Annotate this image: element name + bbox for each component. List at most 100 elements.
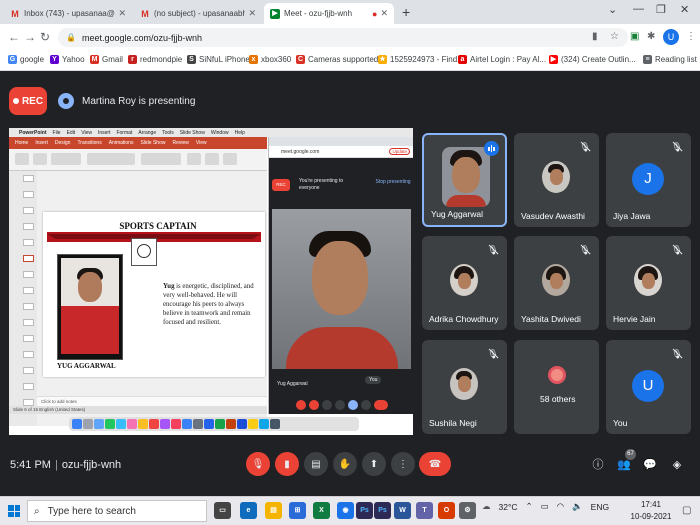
- leave-call-button[interactable]: ☎: [419, 452, 451, 476]
- more-icon: [361, 400, 371, 410]
- minimize-button[interactable]: —: [633, 3, 644, 15]
- office-icon[interactable]: O: [438, 502, 455, 519]
- google-icon: G: [8, 55, 17, 64]
- taskbar-clock[interactable]: 17:41 10-09-2021: [628, 499, 674, 523]
- recording-badge[interactable]: REC: [9, 87, 47, 115]
- activities-icon[interactable]: ◈: [670, 458, 684, 472]
- volume-icon[interactable]: 🔈: [572, 501, 583, 512]
- safari-icon: [94, 419, 104, 429]
- people-icon[interactable]: 👥: [617, 458, 631, 472]
- file-explorer-icon[interactable]: ▤: [265, 502, 282, 519]
- mic-toggle-button[interactable]: 🎙: [246, 452, 270, 476]
- camera-toggle-button[interactable]: ▮: [275, 452, 299, 476]
- bookmark-youtube[interactable]: ▶ (324) Create Outlin...: [549, 55, 636, 64]
- bookmark-xbox360[interactable]: x xbox360: [249, 55, 291, 64]
- hand-icon: ✋: [338, 458, 352, 470]
- taskbar-search-input[interactable]: ⌕ Type here to search: [27, 500, 207, 522]
- edge-icon[interactable]: e: [240, 502, 257, 519]
- teams-icon: [259, 419, 269, 429]
- system-tray: ☁ 32°C ⌃ ▭ ◠ 🔈 ENG: [482, 501, 609, 512]
- clock-time: 17:41: [640, 500, 662, 509]
- puzzle-icon[interactable]: ✱: [647, 31, 655, 42]
- slide: SPORTS CAPTAIN YUG AGGARWAL Yug is energ…: [43, 212, 265, 377]
- tab-gmail-inbox[interactable]: M Inbox (743) - upasanaa@theindi ✕: [4, 3, 132, 24]
- more-options-button[interactable]: ⋮: [391, 452, 415, 476]
- mic-off-icon: 🎙: [671, 349, 683, 359]
- photoshop-icon[interactable]: Ps: [356, 502, 373, 519]
- participant-tile-hervie[interactable]: 🎙 Hervie Jain: [606, 236, 691, 330]
- forward-icon[interactable]: →: [24, 30, 36, 44]
- raise-hand-button[interactable]: ✋: [333, 452, 357, 476]
- meeting-time-code: 5:41 PM | ozu-fjjb-wnh: [10, 459, 122, 471]
- word-icon[interactable]: W: [394, 502, 411, 519]
- participant-tile-you[interactable]: U 🎙 You: [606, 340, 691, 434]
- participant-tile-vasudev[interactable]: 🎙 Vasudev Awasthi: [514, 133, 599, 227]
- menu-item: Window: [210, 129, 229, 136]
- tab-search-icon[interactable]: ⌄: [608, 3, 617, 16]
- profile-avatar[interactable]: U: [663, 29, 679, 45]
- bookmark-gmail[interactable]: M Gmail: [90, 55, 123, 64]
- tab-gmail-draft[interactable]: M (no subject) - upasanaabhalla13@ ✕: [134, 3, 262, 24]
- school-crest-icon: [131, 238, 157, 266]
- toolbar-block: [15, 153, 29, 165]
- word-icon: [204, 419, 214, 429]
- slide-thumb: [23, 335, 34, 342]
- bookmark-label: Airtel Login : Pay Al...: [470, 55, 547, 64]
- close-tab-icon[interactable]: ✕: [380, 8, 388, 19]
- participant-tile-adrika[interactable]: 🎙 Adrika Chowdhury: [422, 236, 507, 330]
- url-text: meet.google.com/ozu-fjjb-wnh: [81, 32, 203, 43]
- chevron-up-icon[interactable]: ⌃: [526, 501, 533, 512]
- present-button[interactable]: ⬆: [362, 452, 386, 476]
- close-window-button[interactable]: ✕: [680, 3, 689, 16]
- store-icon[interactable]: ⊞: [289, 502, 306, 519]
- maximize-button[interactable]: ❐: [656, 3, 666, 16]
- gmail-icon: M: [90, 55, 99, 64]
- participant-tile-sushila[interactable]: 🎙 Sushila Negi: [422, 340, 507, 434]
- bookmark-find[interactable]: ★ 1525924973 - Find...: [378, 55, 464, 64]
- camera-icon[interactable]: ▮: [592, 31, 598, 42]
- bookmark-redmondpie[interactable]: r redmondpie: [128, 55, 182, 64]
- bookmark-airtel[interactable]: a Airtel Login : Pay Al...: [458, 55, 546, 64]
- captions-button[interactable]: ▤: [304, 452, 328, 476]
- teams-icon[interactable]: T: [416, 502, 433, 519]
- windows-start-icon[interactable]: [8, 505, 20, 517]
- settings-icon[interactable]: ⚙: [459, 502, 476, 519]
- close-tab-icon[interactable]: ✕: [248, 8, 256, 19]
- bookmark-cameras[interactable]: C Cameras supported...: [296, 55, 385, 64]
- network-icon[interactable]: ▭: [541, 501, 549, 512]
- participant-tile-yashita[interactable]: 🎙 Yashita Dwivedi: [514, 236, 599, 330]
- bookmark-google[interactable]: Ggoogle: [8, 55, 44, 64]
- lock-icon: 🔒: [66, 33, 76, 42]
- reload-icon[interactable]: ↻: [40, 30, 50, 44]
- new-tab-button[interactable]: +: [402, 4, 410, 20]
- reading-list[interactable]: ≡ Reading list: [643, 55, 697, 64]
- task-view-icon[interactable]: ▭: [214, 502, 231, 519]
- excel-icon[interactable]: X: [313, 502, 330, 519]
- wifi-icon[interactable]: ◠: [557, 501, 564, 512]
- notifications-icon[interactable]: ▢: [682, 505, 691, 516]
- menu-icon[interactable]: ⋮: [686, 31, 696, 42]
- search-icon: ⌕: [34, 505, 40, 517]
- info-icon[interactable]: ⓘ: [591, 458, 605, 472]
- participant-name: 58 others: [540, 394, 576, 404]
- extension-icon[interactable]: ▣: [630, 31, 639, 42]
- messages-icon: [105, 419, 115, 429]
- close-tab-icon[interactable]: ✕: [118, 8, 126, 19]
- slide-thumb: [23, 239, 34, 246]
- tab-meet[interactable]: ▶ Meet - ozu-fjjb-wnh ● ✕: [264, 3, 394, 24]
- bookmark-yahoo[interactable]: Y Yahoo: [50, 55, 85, 64]
- address-bar[interactable]: 🔒 meet.google.com/ozu-fjjb-wnh: [58, 28, 628, 47]
- participant-tile-jiya[interactable]: J 🎙 Jiya Jawa: [606, 133, 691, 227]
- participant-name: Sushila Negi: [429, 418, 477, 428]
- chrome-icon[interactable]: ◉: [337, 502, 354, 519]
- language-indicator[interactable]: ENG: [591, 502, 609, 512]
- back-icon[interactable]: ←: [8, 30, 20, 44]
- participant-tile-yug[interactable]: Yug Aggarwal: [422, 133, 507, 227]
- star-icon[interactable]: ☆: [610, 31, 619, 42]
- participant-tile-others[interactable]: 58 others: [514, 340, 599, 434]
- speaking-indicator-icon: [484, 141, 499, 156]
- gmail-icon: M: [11, 8, 19, 19]
- chat-icon[interactable]: 💬: [643, 458, 657, 472]
- bookmark-sinful-iphone[interactable]: S SiNfuL iPhone: [187, 55, 250, 64]
- photoshop-2-icon[interactable]: Ps: [374, 502, 391, 519]
